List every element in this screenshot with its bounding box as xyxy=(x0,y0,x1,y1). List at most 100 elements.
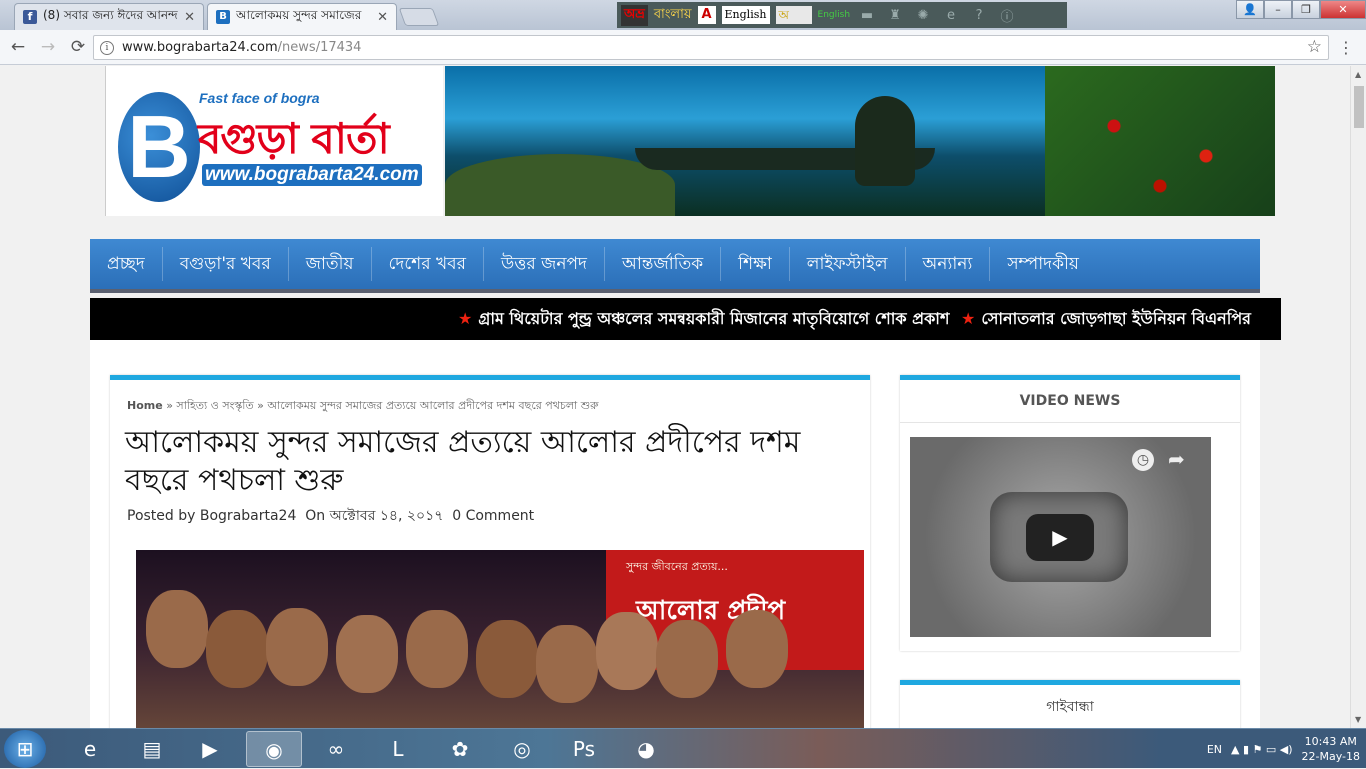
tab-article[interactable]: B আলোকময় সুন্দর সমাজের ✕ xyxy=(207,3,397,30)
tab-strip: f (8) সবার জন্য ঈদের আনন্দ ✕ B আলোকময় স… xyxy=(0,0,1366,30)
site-logo[interactable]: B Fast face of bogra বগুড়া বার্তা www.b… xyxy=(105,66,443,216)
scroll-down-icon[interactable]: ▼ xyxy=(1355,715,1361,724)
tray-icons[interactable]: ▲ ▮ ⚑ ▭ ◀) xyxy=(1231,743,1293,756)
address-bar[interactable]: i www.bograbarta24.com/news/17434 ☆ xyxy=(93,35,1329,60)
clock[interactable]: 10:43 AM 22-May-18 xyxy=(1302,734,1360,764)
close-tab-icon[interactable]: ✕ xyxy=(377,10,388,25)
author-link[interactable]: Bograbarta24 xyxy=(200,508,297,524)
nav-item[interactable]: আন্তর্জাতিক xyxy=(605,247,722,281)
scroll-thumb[interactable] xyxy=(1354,86,1364,128)
settings-icon[interactable]: ✺ xyxy=(912,8,934,23)
facebook-icon: f xyxy=(23,10,37,24)
article-title: আলোকময় সুন্দর সমাজের প্রত্যয়ে আলোর প্র… xyxy=(125,425,801,498)
avro-keyboard-toolbar: অভ্র বাংলায় A English অ English ▬ ♜ ✺ e… xyxy=(617,2,1067,28)
nav-item[interactable]: সম্পাদকীয় xyxy=(990,247,1096,281)
language-select[interactable]: English xyxy=(721,6,770,24)
nav-item[interactable]: দেশের খবর xyxy=(372,247,484,281)
article-card: Home » সাহিত্য ও সংস্কৃতি » আলোকময় সুন্… xyxy=(110,375,870,740)
close-window-button[interactable]: ✕ xyxy=(1320,0,1366,19)
nav-item[interactable]: উত্তর জনপদ xyxy=(484,247,605,281)
share-icon[interactable]: ➦ xyxy=(1168,447,1185,471)
avro-name: বাংলায় xyxy=(653,6,692,22)
chrome-menu-icon[interactable]: ⋮ xyxy=(1338,38,1354,57)
breadcrumb-separator: » xyxy=(257,399,264,412)
watch-later-icon[interactable]: ◷ xyxy=(1132,449,1154,471)
nav-item[interactable]: বগুড়া'র খবর xyxy=(163,247,289,281)
about-icon[interactable]: ⓘ xyxy=(996,6,1018,25)
browser-toolbar: ← → ⟳ i www.bograbarta24.com/news/17434 … xyxy=(0,30,1366,65)
vertical-scrollbar[interactable]: ▲ ▼ xyxy=(1350,66,1366,728)
taskbar-media-player-icon[interactable]: ▶ xyxy=(182,731,238,767)
clock-time: 10:43 AM xyxy=(1304,735,1357,748)
windows-taskbar: ⊞ e ▤ ▶ ◉ ∞ L ✿ ◎ Ps ◕ EN ▲ ▮ ⚑ ▭ ◀) 10:43 AM 22-… xyxy=(0,728,1366,768)
breadcrumb: Home » সাহিত্য ও সংস্কৃতি » আলোকময় সুন্… xyxy=(127,397,599,416)
minimize-toolbar-icon[interactable]: ▬ xyxy=(856,8,878,23)
article-photo: সুন্দর জীবনের প্রত্যয়... আলোর প্রদীপ xyxy=(136,550,864,740)
main-navigation: প্রচ্ছদ বগুড়া'র খবর জাতীয় দেশের খবর উত্তর … xyxy=(90,239,1260,293)
video-news-title: VIDEO NEWS xyxy=(900,380,1240,423)
logo-tagline: Fast face of bogra xyxy=(199,90,320,106)
scroll-up-icon[interactable]: ▲ xyxy=(1355,70,1361,79)
play-button[interactable]: ▶ xyxy=(1026,514,1094,561)
web-icon[interactable]: e xyxy=(940,8,962,23)
breadcrumb-home[interactable]: Home xyxy=(127,399,163,412)
nav-item[interactable]: লাইফস্টাইল xyxy=(790,247,906,281)
taskbar-file-explorer-icon[interactable]: ▤ xyxy=(124,731,180,767)
taskbar-firefox-icon[interactable]: ◕ xyxy=(618,731,674,767)
gaibandha-title[interactable]: গাইবান্ধা xyxy=(900,685,1240,729)
forward-button[interactable]: → xyxy=(36,37,60,57)
breadcrumb-separator: » xyxy=(166,399,173,412)
user-icon[interactable]: 👤 xyxy=(1236,0,1264,19)
avro-logo[interactable]: অভ্র xyxy=(621,4,648,26)
logo-url: www.bograbarta24.com xyxy=(202,164,422,186)
article-meta: Posted by Bograbarta24 On অক্টোবর ১৪, ২০… xyxy=(127,504,534,528)
system-tray: EN ▲ ▮ ⚑ ▭ ◀) 10:43 AM 22-May-18 xyxy=(1207,729,1360,769)
close-tab-icon[interactable]: ✕ xyxy=(184,10,195,25)
minimize-button[interactable]: – xyxy=(1264,0,1292,19)
keyboard-layout-select[interactable]: অ xyxy=(775,6,812,24)
nav-item[interactable]: শিক্ষা xyxy=(721,247,790,281)
clock-date: 22-May-18 xyxy=(1301,750,1360,763)
maximize-button[interactable]: ❐ xyxy=(1292,0,1320,19)
taskbar-chrome-icon[interactable]: ◉ xyxy=(246,731,302,767)
comment-count-link[interactable]: 0 Comment xyxy=(452,508,534,524)
photo-banner-tagline: সুন্দর জীবনের প্রত্যয়... xyxy=(626,560,728,573)
on-label: On xyxy=(305,508,326,524)
back-button[interactable]: ← xyxy=(6,37,30,57)
start-button[interactable]: ⊞ xyxy=(4,730,46,768)
ticker-item[interactable]: গ্রাম থিয়েটার পুন্ড্র অঞ্চলের সমন্বয়কা… xyxy=(478,309,949,328)
breadcrumb-category[interactable]: সাহিত্য ও সংস্কৃতি xyxy=(176,399,253,412)
tools-icon[interactable]: ♜ xyxy=(884,8,906,23)
tab-title: (8) সবার জন্য ঈদের আনন্দ xyxy=(43,8,178,22)
news-ticker: ★ গ্রাম থিয়েটার পুন্ড্র অঞ্চলের সমন্বয়ক… xyxy=(90,298,1281,340)
nav-item[interactable]: জাতীয় xyxy=(289,247,372,281)
tab-facebook[interactable]: f (8) সবার জন্য ঈদের আনন্দ ✕ xyxy=(14,3,204,30)
taskbar-flower-app-icon[interactable]: ✿ xyxy=(432,731,488,767)
language-indicator[interactable]: EN xyxy=(1207,743,1222,756)
site-info-icon[interactable]: i xyxy=(100,40,114,55)
taskbar-disc-app-icon[interactable]: ◎ xyxy=(494,731,550,767)
new-tab-button[interactable] xyxy=(398,8,440,26)
bookmark-star-icon[interactable]: ☆ xyxy=(1307,37,1322,57)
help-icon[interactable]: ? xyxy=(968,8,990,23)
taskbar-lync-icon[interactable]: L xyxy=(370,731,426,767)
window-controls: 👤 – ❐ ✕ xyxy=(1236,0,1366,19)
taskbar-photoshop-icon[interactable]: Ps xyxy=(556,731,612,767)
video-player[interactable]: ▶ ◷ ➦ xyxy=(910,437,1211,637)
star-icon: ★ xyxy=(458,309,473,328)
taskbar-internet-explorer-icon[interactable]: e xyxy=(62,731,118,767)
logo-mark: B xyxy=(118,92,200,202)
breadcrumb-current: আলোকময় সুন্দর সমাজের প্রত্যয়ে আলোর প্র… xyxy=(267,399,599,412)
star-icon: ★ xyxy=(961,309,976,328)
taskbar-visual-studio-icon[interactable]: ∞ xyxy=(308,731,364,767)
url-path: /news/17434 xyxy=(277,40,362,55)
reload-button[interactable]: ⟳ xyxy=(66,37,90,57)
pdf-icon[interactable]: A xyxy=(697,6,716,24)
posted-by-label: Posted by xyxy=(127,508,196,524)
keyboard-mode[interactable]: English xyxy=(818,10,851,20)
ticker-item[interactable]: সোনাতলার জোড়গাছা ইউনিয়ন বিএনপির xyxy=(981,309,1251,328)
nav-item[interactable]: প্রচ্ছদ xyxy=(90,247,163,281)
url-host: www.bograbarta24.com xyxy=(122,40,278,55)
nav-item[interactable]: অন্যান্য xyxy=(906,247,991,281)
article-date: অক্টোবর ১৪, ২০১৭ xyxy=(329,508,444,524)
